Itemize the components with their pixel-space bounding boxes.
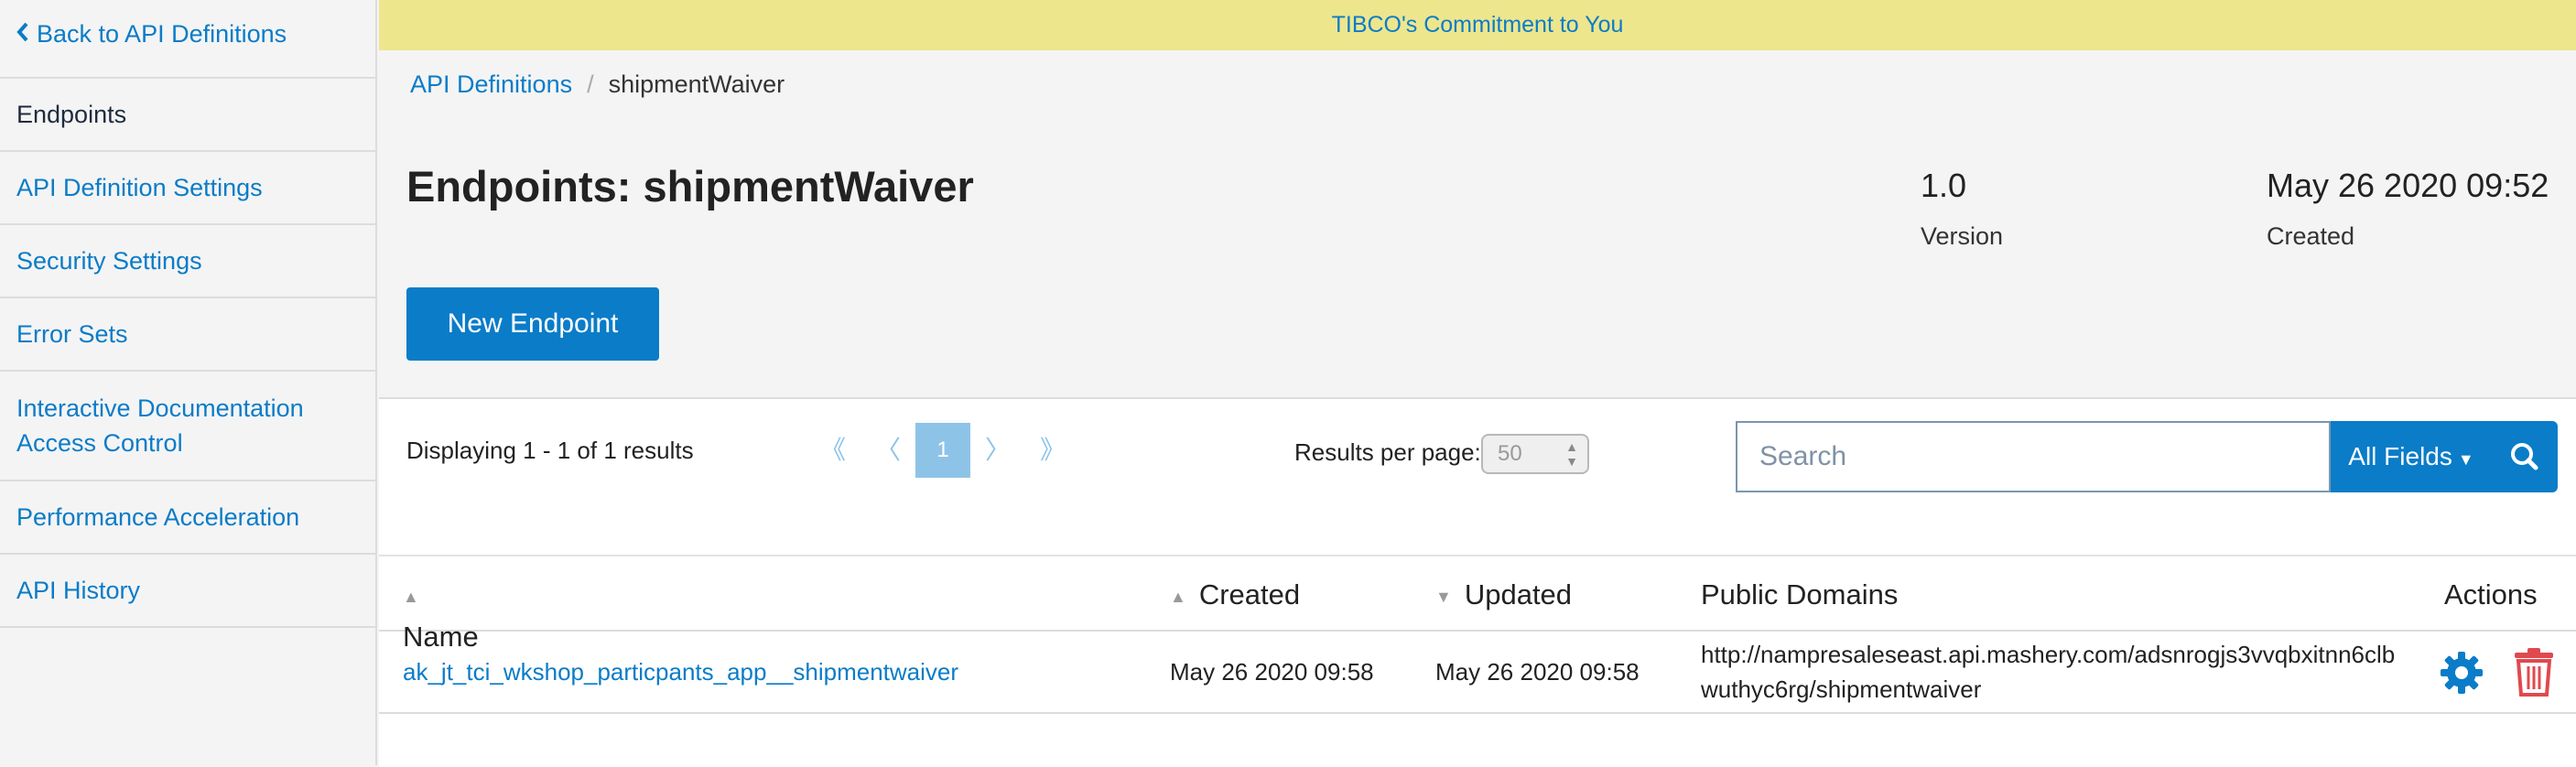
- version-meta: 1.0 Version: [1921, 163, 2003, 256]
- sidebar-item-api-definition-settings[interactable]: API Definition Settings: [0, 152, 375, 225]
- back-label: Back to API Definitions: [37, 20, 287, 48]
- sort-both-icon: ▲: [403, 587, 419, 606]
- commitment-banner-link[interactable]: TIBCO's Commitment to You: [379, 0, 2576, 50]
- next-page-button[interactable]: 〉: [970, 423, 1025, 478]
- column-label: Updated: [1464, 578, 1573, 610]
- table-row: ak_jt_tci_wkshop_particpants_app__shipme…: [379, 632, 2576, 714]
- search-input[interactable]: [1736, 421, 2331, 492]
- prev-page-button[interactable]: 〈: [860, 423, 915, 478]
- endpoint-name-link[interactable]: ak_jt_tci_wkshop_particpants_app__shipme…: [403, 654, 958, 690]
- column-label: Created: [1198, 578, 1301, 610]
- gear-icon[interactable]: [2439, 650, 2484, 696]
- endpoint-updated: May 26 2020 09:58: [1435, 658, 1640, 686]
- last-page-button[interactable]: 》: [1025, 423, 1080, 478]
- column-actions-header: Actions: [2444, 575, 2538, 615]
- endpoints-table: ▲ Name ▲ Created ▼ Updated Public Domains A…: [379, 555, 2576, 714]
- sidebar-item-label: Error Sets: [16, 320, 128, 348]
- main-content: TIBCO's Commitment to You API Definition…: [379, 0, 2576, 767]
- pagination: 《 〈 1 〉 》: [806, 423, 1080, 478]
- results-per-page-value: 50: [1498, 441, 1522, 466]
- search-group: All Fields ▼: [1736, 421, 2560, 492]
- table-header: ▲ Name ▲ Created ▼ Updated Public Domains A…: [379, 555, 2576, 653]
- endpoint-created: May 26 2020 09:58: [1170, 658, 1374, 686]
- sidebar-item-endpoints[interactable]: Endpoints: [0, 79, 375, 152]
- trash-icon[interactable]: [2512, 646, 2556, 697]
- column-updated-header[interactable]: ▼ Updated: [1435, 575, 1572, 617]
- endpoint-public-domains: http://nampresaleseast.api.mashery.com/a…: [1701, 641, 2396, 703]
- new-endpoint-button[interactable]: New Endpoint: [406, 287, 659, 361]
- created-label: Created: [2267, 222, 2355, 250]
- chevron-left-icon: [16, 16, 29, 51]
- breadcrumb-api-definitions-link[interactable]: API Definitions: [410, 70, 572, 98]
- results-summary: Displaying 1 - 1 of 1 results: [406, 437, 694, 464]
- version-label: Version: [1921, 222, 2004, 250]
- breadcrumb-separator: /: [587, 70, 594, 98]
- sidebar-item-label: Interactive Documentation Access Control: [16, 394, 304, 457]
- sidebar-item-performance-acceleration[interactable]: Performance Acceleration: [0, 481, 375, 555]
- page-title: Endpoints: shipmentWaiver: [406, 162, 974, 211]
- column-label: Actions: [2444, 578, 2538, 610]
- sidebar-item-security-settings[interactable]: Security Settings: [0, 225, 375, 298]
- created-value: May 26 2020 09:52: [2267, 167, 2549, 204]
- column-created-header[interactable]: ▲ Created: [1170, 575, 1300, 617]
- results-per-page-select[interactable]: 50 ▲ ▼: [1481, 434, 1589, 474]
- breadcrumb-current: shipmentWaiver: [608, 70, 785, 98]
- back-to-api-definitions-link[interactable]: Back to API Definitions: [0, 0, 375, 79]
- sort-both-icon: ▲: [1170, 587, 1186, 606]
- column-public-domains-header: Public Domains: [1701, 575, 1898, 615]
- all-fields-dropdown[interactable]: All Fields ▼: [2331, 421, 2492, 492]
- sidebar-item-label: Endpoints: [16, 101, 127, 128]
- sidebar-item-api-history[interactable]: API History: [0, 555, 375, 628]
- column-label: Public Domains: [1701, 578, 1899, 610]
- sidebar-item-error-sets[interactable]: Error Sets: [0, 298, 375, 372]
- current-page-button[interactable]: 1: [915, 423, 970, 478]
- sidebar-item-interactive-documentation-access-control[interactable]: Interactive Documentation Access Control: [0, 372, 375, 481]
- sort-desc-icon: ▼: [1435, 587, 1452, 606]
- all-fields-label: All Fields: [2348, 442, 2452, 470]
- results-per-page-label: Results per page:: [1294, 438, 1481, 466]
- search-icon: [2511, 443, 2538, 470]
- sidebar-item-label: API History: [16, 577, 141, 604]
- breadcrumb: API Definitions / shipmentWaiver: [410, 64, 785, 104]
- endpoints-panel: Displaying 1 - 1 of 1 results 《 〈 1 〉 》 …: [379, 397, 2576, 767]
- up-down-arrows-icon: ▲ ▼: [1565, 439, 1578, 469]
- sidebar-item-label: Security Settings: [16, 247, 202, 275]
- search-button[interactable]: [2492, 421, 2558, 492]
- sidebar: Back to API Definitions Endpoints API De…: [0, 0, 377, 765]
- sidebar-item-label: Performance Acceleration: [16, 503, 300, 531]
- first-page-button[interactable]: 《: [806, 423, 860, 478]
- created-meta: May 26 2020 09:52 Created: [2267, 163, 2549, 256]
- version-value: 1.0: [1921, 167, 1967, 204]
- sidebar-item-label: API Definition Settings: [16, 174, 263, 201]
- caret-down-icon: ▼: [2457, 450, 2474, 469]
